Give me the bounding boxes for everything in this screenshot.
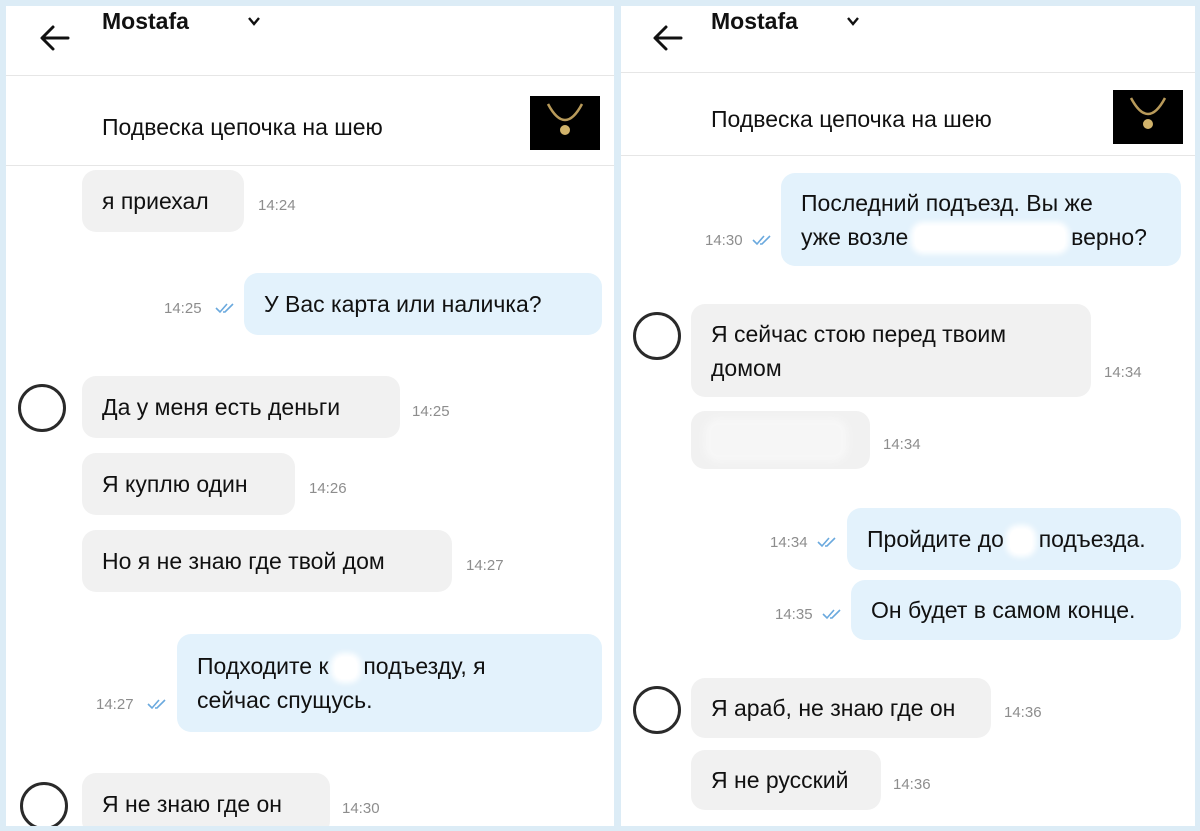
chat-header: Mostafa (621, 6, 1195, 73)
message-time: 14:36 (893, 776, 931, 793)
message-incoming[interactable] (691, 411, 870, 469)
message-incoming[interactable]: Да у меня есть деньги (82, 376, 400, 438)
sender-avatar[interactable] (18, 384, 66, 432)
message-time: 14:25 (164, 300, 202, 317)
message-outgoing[interactable]: Подходите к подъезду, я сейчас спущусь. (177, 634, 602, 732)
message-time: 14:24 (258, 197, 296, 214)
contact-name[interactable]: Mostafa (102, 8, 189, 35)
message-text: уже возле (801, 223, 909, 250)
contact-name[interactable]: Mostafa (711, 8, 798, 35)
chat-screen-right: Mostafa Подвеска цепочка на шею 14:30 По… (621, 6, 1195, 826)
product-banner[interactable]: Подвеска цепочка на шею (621, 73, 1195, 156)
message-text: домом (711, 354, 782, 381)
message-text: Он будет в самом конце. (871, 597, 1136, 623)
message-time: 14:34 (770, 534, 808, 551)
message-incoming[interactable]: Я куплю один (82, 453, 295, 515)
double-check-icon (147, 699, 166, 710)
message-text: Но я не знаю где твой дом (102, 548, 385, 574)
product-title: Подвеска цепочка на шею (711, 106, 992, 132)
redacted-blur (914, 226, 1065, 251)
message-time: 14:30 (342, 800, 380, 817)
message-line: Подходите к подъезду, я (197, 649, 582, 683)
message-text: Я араб, не знаю где он (711, 695, 956, 721)
message-text: сейчас спущусь. (197, 687, 373, 713)
necklace-thumbnail[interactable] (1113, 90, 1183, 144)
sender-avatar[interactable] (20, 782, 68, 826)
redacted-blur (334, 656, 357, 679)
message-text: верно? (1071, 223, 1147, 250)
message-text: Подходите к (197, 653, 329, 679)
double-check-icon (822, 609, 841, 620)
message-line: уже возле верно? (801, 220, 1161, 254)
message-time: 14:34 (1104, 364, 1142, 381)
double-check-icon (215, 303, 234, 314)
product-title: Подвеска цепочка на шею (102, 114, 383, 140)
redacted-blur (1010, 528, 1033, 553)
back-arrow-icon[interactable] (38, 23, 72, 53)
back-arrow-icon[interactable] (651, 23, 685, 53)
chevron-down-icon[interactable] (846, 14, 860, 28)
message-text: Я куплю один (102, 471, 248, 497)
double-check-icon (817, 537, 836, 548)
chevron-down-icon[interactable] (247, 14, 261, 28)
message-text: Я сейчас стою перед твоим (711, 320, 1007, 347)
message-outgoing[interactable]: У Вас карта или наличка? (244, 273, 602, 335)
message-text: Я не русский (711, 767, 849, 793)
message-text: подъезда. (1038, 526, 1146, 552)
message-time: 14:27 (466, 557, 504, 574)
message-time: 14:27 (96, 696, 134, 713)
message-time: 14:35 (775, 606, 813, 623)
message-incoming[interactable]: Но я не знаю где твой дом (82, 530, 452, 592)
necklace-thumbnail[interactable] (530, 96, 600, 150)
message-line: Пройдите до подъезда. (867, 522, 1161, 556)
chat-header: Mostafa (6, 6, 614, 76)
message-text: У Вас карта или наличка? (264, 291, 542, 317)
message-time: 14:30 (705, 232, 743, 249)
message-incoming[interactable]: я приехал (82, 170, 244, 232)
message-outgoing[interactable]: Пройдите до подъезда. (847, 508, 1181, 570)
message-time: 14:34 (883, 436, 921, 453)
sender-avatar[interactable] (633, 686, 681, 734)
message-outgoing[interactable]: Он будет в самом конце. (851, 580, 1181, 640)
message-time: 14:26 (309, 480, 347, 497)
message-text: я приехал (102, 188, 209, 214)
message-time: 14:25 (412, 403, 450, 420)
message-incoming[interactable]: Я не знаю где он (82, 773, 330, 826)
message-incoming[interactable]: Я не русский (691, 750, 881, 810)
message-text: Последний подъезд. Вы же (801, 189, 1093, 216)
message-text: подъезду, я (363, 653, 486, 679)
sender-avatar[interactable] (633, 312, 681, 360)
message-text: Я не знаю где он (102, 791, 283, 817)
message-text: Да у меня есть деньги (102, 394, 341, 420)
message-incoming[interactable]: Я сейчас стою перед твоим домом (691, 304, 1091, 397)
message-outgoing[interactable]: Последний подъезд. Вы же уже возле верно… (781, 173, 1181, 266)
message-time: 14:36 (1004, 704, 1042, 721)
message-text: Пройдите до (867, 526, 1004, 552)
double-check-icon (752, 235, 771, 246)
redacted-blur (711, 425, 841, 455)
message-incoming[interactable]: Я араб, не знаю где он (691, 678, 991, 738)
product-banner[interactable]: Подвеска цепочка на шею (6, 76, 614, 166)
chat-screen-left: Mostafa Подвеска цепочка на шею я приеха… (6, 6, 614, 826)
